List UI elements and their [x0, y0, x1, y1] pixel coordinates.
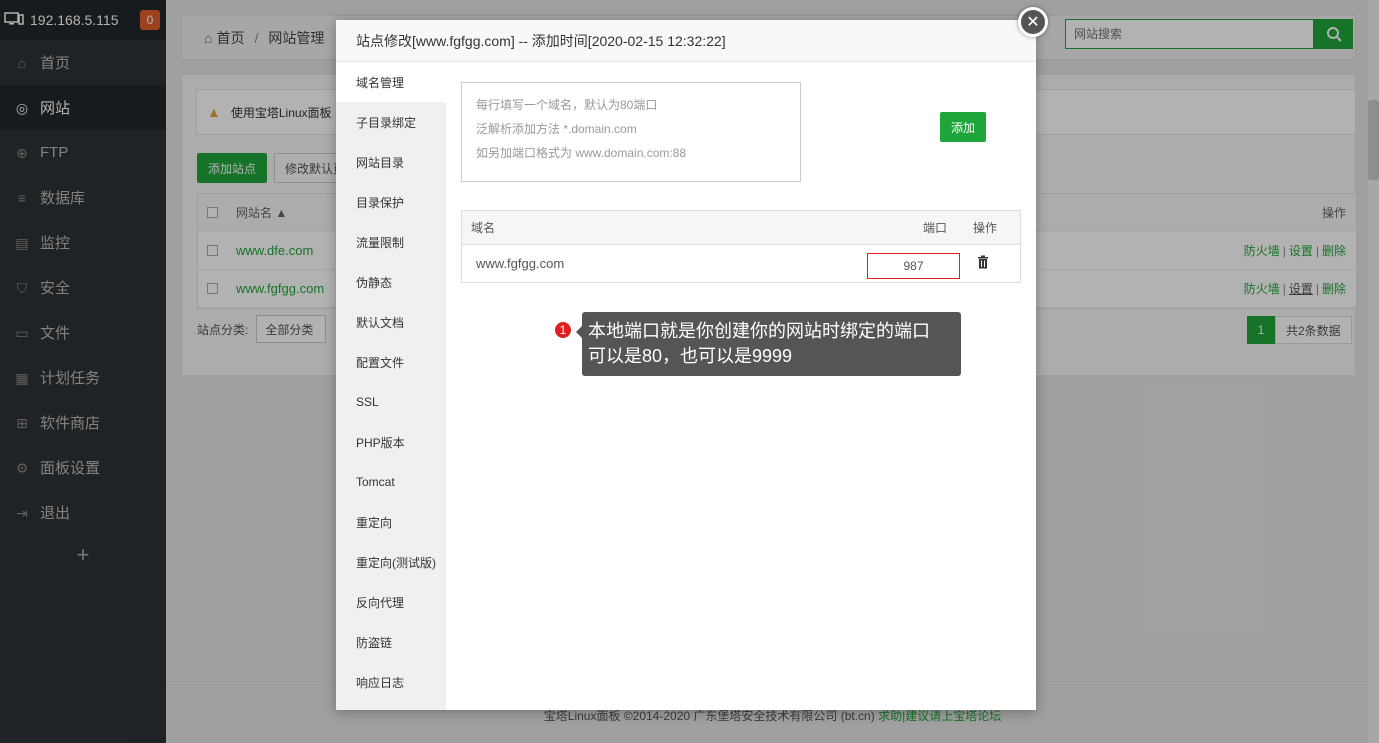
col-port: 端口 — [922, 221, 947, 235]
modal-tab-list: 域名管理 子目录绑定 网站目录 目录保护 流量限制 伪静态 默认文档 配置文件 … — [336, 62, 446, 710]
col-domain: 域名 — [471, 221, 496, 235]
annotation-note: 本地端口就是你创建你的网站时绑定的端口 可以是80，也可以是9999 — [582, 312, 961, 376]
tab-ssl[interactable]: SSL — [336, 382, 446, 422]
tab-tomcat[interactable]: Tomcat — [336, 462, 446, 502]
domain-table: 域名 端口 操作 www.fgfgg.com 987 — [461, 210, 1021, 283]
domain-textarea[interactable]: 每行填写一个域名，默认为80端口 泛解析添加方法 *.domain.com 如另… — [461, 82, 801, 182]
placeholder-line: 每行填写一个域名，默认为80端口 — [476, 98, 658, 112]
tab-redirect-beta[interactable]: 重定向(测试版) — [336, 542, 446, 582]
tab-domain[interactable]: 域名管理 — [336, 62, 446, 102]
modal-title: 站点修改[www.fgfgg.com] -- 添加时间[2020-02-15 1… — [336, 20, 1036, 62]
domain-table-header: 域名 端口 操作 — [462, 211, 1020, 245]
port-value: 987 — [867, 253, 960, 279]
tab-log[interactable]: 响应日志 — [336, 662, 446, 702]
col-ops: 操作 — [972, 221, 997, 235]
tab-config[interactable]: 配置文件 — [336, 342, 446, 382]
annotation-line: 可以是80，也可以是9999 — [588, 346, 793, 366]
tab-php[interactable]: PHP版本 — [336, 422, 446, 462]
trash-icon[interactable] — [977, 255, 989, 272]
tab-hotlink[interactable]: 防盗链 — [336, 622, 446, 662]
annotation-line: 本地端口就是你创建你的网站时绑定的端口 — [588, 321, 930, 341]
tab-site-dir[interactable]: 网站目录 — [336, 142, 446, 182]
annotation-number: 1 — [553, 320, 573, 340]
placeholder-line: 泛解析添加方法 *.domain.com — [476, 122, 637, 136]
tab-traffic-limit[interactable]: 流量限制 — [336, 222, 446, 262]
tab-subdir[interactable]: 子目录绑定 — [336, 102, 446, 142]
close-icon[interactable]: ✕ — [1018, 7, 1048, 37]
tab-dir-protect[interactable]: 目录保护 — [336, 182, 446, 222]
tab-redirect[interactable]: 重定向 — [336, 502, 446, 542]
tab-rewrite[interactable]: 伪静态 — [336, 262, 446, 302]
placeholder-line: 如另加端口格式为 www.domain.com:88 — [476, 146, 687, 160]
tab-default-doc[interactable]: 默认文档 — [336, 302, 446, 342]
tab-reverse-proxy[interactable]: 反向代理 — [336, 582, 446, 622]
add-domain-button[interactable]: 添加 — [940, 112, 986, 142]
modal-content: 每行填写一个域名，默认为80端口 泛解析添加方法 *.domain.com 如另… — [446, 62, 1036, 710]
